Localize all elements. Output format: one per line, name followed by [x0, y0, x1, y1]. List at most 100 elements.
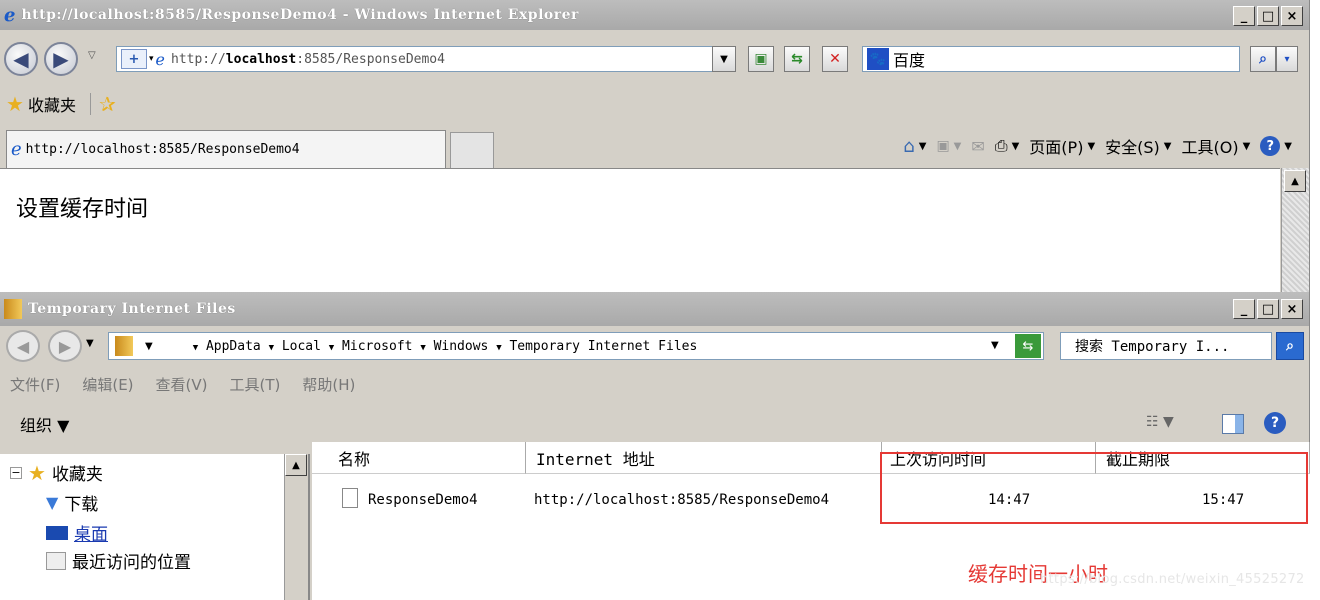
menu-edit[interactable]: 编辑(E)	[82, 374, 133, 398]
refresh-button[interactable]: ⇆	[784, 46, 810, 72]
tree-item-desktop[interactable]: 桌面	[46, 520, 108, 545]
close-button[interactable]: ×	[1281, 6, 1303, 26]
ie-navigation-bar: ◀ ▶ ▽ + ▾ ℯ http://localhost:8585/Respon…	[0, 36, 1310, 82]
desktop-icon	[46, 525, 68, 540]
tools-menu[interactable]: 工具(O) ▼	[1182, 134, 1251, 158]
collapse-icon[interactable]: −	[10, 466, 22, 479]
forward-button[interactable]: ▶	[44, 42, 78, 76]
navigation-scrollbar[interactable]: ▲	[284, 454, 308, 600]
ie-window: ℯ http://localhost:8585/ResponseDemo4 - …	[0, 0, 1310, 292]
downloads-folder-icon: ▼	[46, 493, 59, 512]
minimize-button[interactable]: _	[1233, 299, 1255, 319]
refresh-icon[interactable]: ⇆	[1015, 334, 1041, 358]
maximize-button[interactable]: □	[1257, 6, 1279, 26]
menu-tools[interactable]: 工具(T)	[230, 374, 281, 398]
add-favorite-icon[interactable]: ✰	[99, 92, 116, 116]
minimize-button[interactable]: _	[1233, 6, 1255, 26]
search-button[interactable]: ⌕	[1250, 46, 1276, 72]
preview-pane-icon[interactable]	[1222, 414, 1244, 434]
chevron-down-icon: ▼	[720, 53, 728, 65]
search-input[interactable]: 🐾 百度	[862, 46, 1240, 72]
search-options-button[interactable]: ▾	[1276, 46, 1298, 72]
tree-item-downloads[interactable]: ▼ 下载	[46, 490, 98, 515]
ie-page-icon: ℯ	[11, 139, 22, 160]
back-arrow-icon: ◀	[16, 336, 30, 356]
breadcrumb[interactable]: ▼ ▼ AppData ▼ Local ▼ Microsoft ▼ Window…	[108, 332, 1044, 360]
add-site-icon[interactable]: +	[121, 49, 147, 69]
organize-button[interactable]: 组织 ▼	[20, 412, 69, 436]
menu-view[interactable]: 查看(V)	[156, 374, 208, 398]
vertical-scrollbar[interactable]: ▲	[1281, 168, 1309, 292]
menu-bar: 文件(F) 编辑(E) 查看(V) 工具(T) 帮助(H)	[0, 374, 355, 398]
baidu-icon: 🐾	[867, 48, 889, 70]
tab-bar: ℯ http://localhost:8585/ResponseDemo4 ⌂ ▼…	[0, 128, 1310, 168]
feeds-button[interactable]: ▣ ▼	[936, 138, 961, 154]
page-text: 设置缓存时间	[16, 197, 149, 222]
tab-current[interactable]: ℯ http://localhost:8585/ResponseDemo4	[6, 130, 446, 168]
forward-arrow-icon: ▶	[53, 47, 69, 71]
ie-window-controls: _ □ ×	[1233, 6, 1303, 26]
mail-button[interactable]: ✉	[971, 137, 984, 156]
menu-file[interactable]: 文件(F)	[10, 374, 60, 398]
compatibility-view-button[interactable]: ▣	[748, 46, 774, 72]
address-dropdown-icon[interactable]: ▼	[991, 340, 999, 351]
column-header-name[interactable]: 名称	[312, 442, 526, 474]
back-arrow-icon: ◀	[13, 47, 29, 71]
watermark: https://blog.csdn.net/weixin_45525272	[1040, 572, 1305, 587]
compat-page-icon: ▣	[754, 51, 768, 67]
page-content: 设置缓存时间	[0, 168, 1280, 292]
page-menu[interactable]: 页面(P) ▼	[1029, 134, 1095, 158]
file-name: ResponseDemo4	[368, 492, 478, 508]
history-dropdown-icon[interactable]: ▽	[88, 50, 96, 61]
organize-bar: 组织 ▼ ☷ ▼ ?	[0, 406, 1310, 442]
mail-icon: ✉	[971, 136, 985, 156]
explorer-search-input[interactable]: 搜索 Temporary I...	[1060, 332, 1272, 360]
forward-button[interactable]: ▶	[48, 330, 82, 362]
column-header-url[interactable]: Internet 地址	[526, 442, 882, 474]
chevron-down-icon: ▾	[149, 54, 154, 64]
stop-icon: ✕	[829, 51, 841, 67]
back-button[interactable]: ◀	[6, 330, 40, 362]
search-button[interactable]: ⌕	[1276, 332, 1304, 360]
back-button[interactable]: ◀	[4, 42, 38, 76]
safety-menu[interactable]: 安全(S) ▼	[1105, 134, 1171, 158]
tree-item-favorites[interactable]: − ★ 收藏夹	[10, 460, 103, 485]
search-icon: ⌕	[1259, 51, 1267, 67]
maximize-button[interactable]: □	[1257, 299, 1279, 319]
menu-help[interactable]: 帮助(H)	[302, 374, 355, 398]
home-button[interactable]: ⌂ ▼	[903, 136, 926, 157]
stop-button[interactable]: ✕	[822, 46, 848, 72]
close-button[interactable]: ×	[1281, 299, 1303, 319]
page-ie-icon: ℯ	[155, 49, 165, 69]
print-button[interactable]: ⎙ ▼	[995, 136, 1020, 156]
explorer-navigation-bar: ◀ ▶ ▼ ▼ ▼ AppData ▼ Local ▼ Microsoft ▼ …	[0, 326, 1310, 366]
view-options-icon[interactable]: ☷ ▼	[1146, 414, 1174, 430]
scroll-up-button[interactable]: ▲	[1284, 170, 1306, 192]
file-url: http://localhost:8585/ResponseDemo4	[534, 492, 830, 508]
chevron-down-icon: ▼	[145, 340, 153, 352]
favorites-button[interactable]: 收藏夹	[28, 92, 76, 116]
new-tab-button[interactable]	[450, 132, 494, 168]
help-button[interactable]: ? ▼	[1260, 136, 1292, 156]
address-dropdown-button[interactable]: ▼	[712, 46, 736, 72]
refresh-icon: ⇆	[791, 51, 803, 67]
explorer-window-title: Temporary Internet Files	[28, 301, 236, 317]
printer-icon: ⎙	[994, 136, 1008, 155]
recent-dropdown-icon[interactable]: ▼	[86, 338, 94, 349]
ie-titlebar: ℯ http://localhost:8585/ResponseDemo4 - …	[0, 0, 1309, 30]
favorites-bar: ★ 收藏夹 ✰	[0, 88, 1310, 120]
search-provider-label: 百度	[893, 51, 926, 70]
ie-logo-icon: ℯ	[4, 4, 16, 26]
folder-icon	[115, 336, 133, 356]
scroll-up-button[interactable]: ▲	[285, 454, 307, 476]
recent-places-icon	[46, 551, 66, 570]
explorer-window: Temporary Internet Files _ □ × ◀ ▶ ▼ ▼ ▼…	[0, 292, 1310, 600]
address-bar[interactable]: + ▾ ℯ http://localhost:8585/ResponseDemo…	[116, 46, 736, 72]
star-icon: ★	[28, 460, 46, 485]
forward-arrow-icon: ▶	[58, 336, 72, 356]
help-icon[interactable]: ?	[1264, 412, 1286, 434]
home-icon: ⌂	[903, 135, 915, 157]
star-icon[interactable]: ★	[6, 92, 24, 116]
tab-title: http://localhost:8585/ResponseDemo4	[25, 142, 300, 157]
tree-item-recent-places[interactable]: 最近访问的位置	[46, 548, 191, 573]
